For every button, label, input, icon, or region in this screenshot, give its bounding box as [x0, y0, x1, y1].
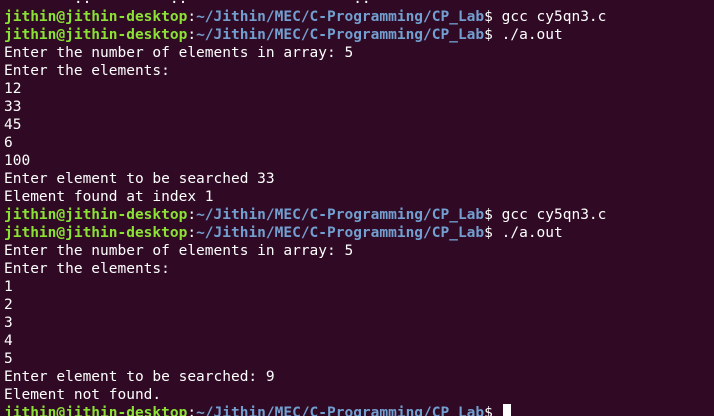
output-line: 12	[4, 81, 22, 97]
terminal-scrolled-line: .. .. ..	[4, 0, 606, 8]
output-line: Enter element to be searched: 9	[4, 369, 275, 385]
prompt-path: ~/Jithin/MEC/C-Programming/CP_Lab	[196, 9, 485, 25]
output-line: 100	[4, 153, 31, 169]
output-line: Element found at index 1	[4, 189, 214, 205]
output-line: Enter the elements:	[4, 261, 170, 277]
prompt-line: jithin@jithin-desktop:~/Jithin/MEC/C-Pro…	[4, 404, 606, 416]
command-text: ./a.out	[501, 225, 563, 241]
output-line: 2	[4, 297, 13, 313]
output-line: Enter the number of elements in array: 5	[4, 45, 354, 61]
prompt-line: jithin@jithin-desktop:~/Jithin/MEC/C-Pro…	[4, 8, 606, 26]
prompt-symbol: $	[484, 9, 502, 25]
prompt-user: jithin@jithin-desktop	[4, 207, 188, 223]
prompt-separator: :	[187, 9, 197, 25]
output-line: Enter the number of elements in array: 5	[4, 243, 354, 259]
prompt-symbol: $	[484, 27, 502, 43]
prompt-user: jithin@jithin-desktop	[4, 225, 188, 241]
prompt-symbol: $	[484, 207, 502, 223]
text-cursor	[502, 404, 511, 416]
prompt-separator: :	[187, 207, 197, 223]
prompt-user: jithin@jithin-desktop	[4, 9, 188, 25]
prompt-separator: :	[187, 27, 197, 43]
command-text: gcc cy5qn3.c	[501, 207, 607, 223]
output-line: Enter the elements:	[4, 63, 170, 79]
output-line: 3	[4, 315, 13, 331]
prompt-symbol: $	[484, 225, 502, 241]
output-line: 5	[4, 351, 13, 367]
prompt-line: jithin@jithin-desktop:~/Jithin/MEC/C-Pro…	[4, 26, 606, 44]
prompt-path: ~/Jithin/MEC/C-Programming/CP_Lab	[196, 405, 485, 416]
prompt-path: ~/Jithin/MEC/C-Programming/CP_Lab	[196, 225, 485, 241]
command-text: gcc cy5qn3.c	[501, 9, 607, 25]
prompt-separator: :	[187, 225, 197, 241]
prompt-symbol: $	[484, 405, 502, 416]
output-line: 6	[4, 135, 13, 151]
terminal-output: .. .. .. jithin@jithin-desktop:~/Jithin/…	[4, 0, 606, 416]
output-line: Enter element to be searched 33	[4, 171, 275, 187]
prompt-path: ~/Jithin/MEC/C-Programming/CP_Lab	[196, 27, 485, 43]
command-text: ./a.out	[501, 27, 563, 43]
prompt-line: jithin@jithin-desktop:~/Jithin/MEC/C-Pro…	[4, 224, 606, 242]
output-line: 33	[4, 99, 22, 115]
prompt-separator: :	[187, 405, 197, 416]
output-line: Element not found.	[4, 387, 162, 403]
output-line: 4	[4, 333, 13, 349]
terminal-window[interactable]: .. .. .. jithin@jithin-desktop:~/Jithin/…	[0, 0, 714, 416]
prompt-user: jithin@jithin-desktop	[4, 405, 188, 416]
prompt-path: ~/Jithin/MEC/C-Programming/CP_Lab	[196, 207, 485, 223]
output-line: 1	[4, 279, 13, 295]
output-line: 45	[4, 117, 22, 133]
prompt-line: jithin@jithin-desktop:~/Jithin/MEC/C-Pro…	[4, 206, 606, 224]
prompt-user: jithin@jithin-desktop	[4, 27, 188, 43]
